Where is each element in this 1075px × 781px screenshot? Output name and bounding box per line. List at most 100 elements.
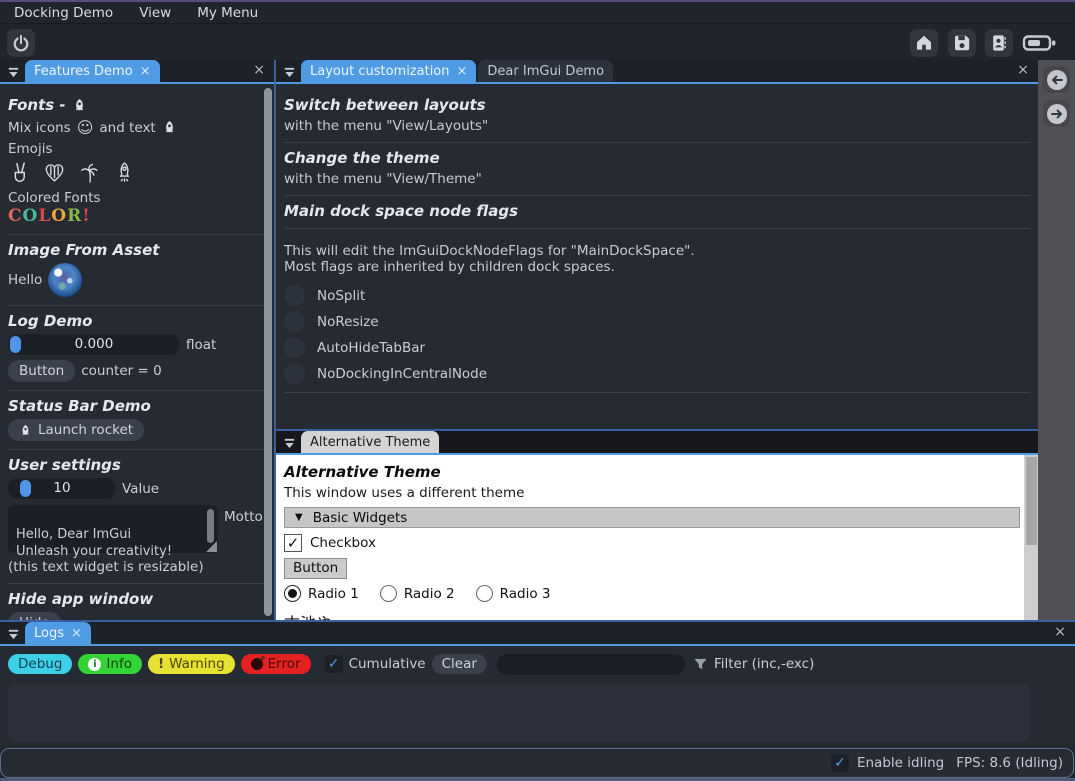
launch-rocket-button[interactable]: Launch rocket [8, 419, 145, 441]
layout-customization-panel: Layout customization × Dear ImGui Demo ×… [276, 60, 1038, 429]
toolbar [0, 25, 1075, 60]
dock-close-icon[interactable]: × [1054, 625, 1066, 639]
enable-idling-checkbox[interactable]: ✓ [830, 754, 849, 772]
alternative-theme-panel: Alternative Theme Alternative Theme This… [276, 431, 1038, 620]
menu-my-menu[interactable]: My Menu [197, 5, 258, 21]
power-button[interactable] [7, 29, 35, 57]
nav-back-button[interactable] [1043, 66, 1070, 93]
info-icon: i [88, 657, 102, 671]
alt-scrollbar-thumb[interactable] [1025, 457, 1037, 545]
radio-3-label: Radio 3 [499, 585, 551, 602]
cumulative-checkbox[interactable]: ✓ [324, 655, 343, 673]
logs-toolbar: Debug i Info ! Warning Error ✓ Cumulativ… [8, 652, 1067, 676]
alt-title: Alternative Theme [284, 463, 441, 481]
filter-input[interactable] [496, 653, 685, 675]
value-slider-label: Value [122, 480, 160, 497]
alt-scrollbar[interactable] [1024, 455, 1038, 620]
radio-1-label: Radio 1 [308, 585, 359, 602]
textbox-scrollbar[interactable] [207, 509, 214, 543]
menu-docking-demo[interactable]: Docking Demo [14, 5, 113, 21]
checkbox-noresize[interactable] [284, 311, 305, 332]
tab-dear-imgui-demo[interactable]: Dear ImGui Demo [478, 60, 614, 82]
color-letter: O [22, 206, 39, 226]
float-slider[interactable]: 0.000 [8, 334, 180, 355]
logs-panel: Logs × × Debug i Info ! Warning Error ✓ … [0, 622, 1075, 748]
resize-grip-icon[interactable] [206, 541, 217, 552]
hide-app-title: Hide app window [8, 590, 154, 608]
change-theme-title: Change the theme [284, 149, 440, 167]
error-button[interactable]: Error [240, 654, 311, 674]
radio-2[interactable] [379, 585, 397, 602]
color-letter: C [8, 206, 23, 226]
warning-button[interactable]: ! Warning [147, 654, 235, 674]
image-asset-title: Image From Asset [8, 241, 160, 259]
clear-button[interactable]: Clear [431, 654, 487, 674]
window-menu-icon[interactable] [283, 66, 296, 79]
tab-alternative-theme[interactable]: Alternative Theme [301, 431, 440, 453]
basic-widgets-header[interactable]: ▼ Basic Widgets [284, 507, 1020, 528]
switch-layouts-hint: with the menu "View/Layouts" [284, 118, 489, 134]
tab-logs[interactable]: Logs × [25, 622, 91, 644]
mix-icons-line: Mix icons ☺ and text [8, 118, 264, 137]
dock-flags-desc2: Most flags are inherited by children doc… [284, 259, 615, 275]
motto-textbox[interactable]: Hello, Dear ImGui Unleash your creativit… [8, 505, 218, 559]
contacts-button[interactable] [985, 29, 1013, 57]
dock-close-icon[interactable]: × [253, 63, 265, 77]
left-panel-scrollbar[interactable] [264, 88, 272, 616]
arrow-right-icon [1046, 103, 1068, 125]
color-letter: L [38, 206, 52, 226]
logs-output-area[interactable] [8, 684, 1030, 742]
alt-button[interactable]: Button [284, 558, 348, 579]
striped-heart-icon [43, 161, 66, 184]
emojis-label: Emojis [8, 141, 53, 157]
checkbox-nodockingincentralnode[interactable] [284, 363, 305, 384]
menu-view[interactable]: View [139, 5, 171, 21]
checkbox-autohidetabbar[interactable] [284, 337, 305, 358]
dock-close-icon[interactable]: × [1017, 63, 1029, 77]
counter-button[interactable]: Button [8, 360, 76, 382]
tab-close-icon[interactable]: × [140, 64, 151, 79]
alt-checkbox-label: Checkbox [310, 535, 376, 551]
separator [8, 305, 264, 306]
tab-close-icon[interactable]: × [457, 64, 468, 79]
separator [8, 234, 264, 235]
window-menu-icon[interactable] [283, 437, 296, 450]
radio-1[interactable] [284, 585, 301, 602]
nodockingincentralnode-label: NoDockingInCentralNode [317, 365, 488, 382]
separator [8, 449, 264, 450]
info-button[interactable]: i Info [78, 654, 142, 674]
radio-3[interactable] [475, 585, 493, 602]
alt-tabbar: Alternative Theme [276, 431, 1038, 455]
change-theme-hint: with the menu "View/Theme" [284, 171, 482, 187]
tab-close-icon[interactable]: × [71, 626, 82, 641]
status-bar: ✓ Enable idling FPS: 8.6 (Idling) [0, 748, 1074, 778]
save-button[interactable] [948, 29, 976, 57]
hello-label: Hello [8, 272, 43, 288]
tab-features-demo[interactable]: Features Demo × [25, 60, 160, 82]
alt-checkbox[interactable]: ✓ [284, 534, 302, 552]
rocket-icon [72, 98, 87, 113]
home-button[interactable] [910, 29, 938, 57]
nav-forward-button[interactable] [1043, 100, 1070, 127]
main-tabbar: Layout customization × Dear ImGui Demo × [276, 60, 1038, 84]
window-menu-icon[interactable] [7, 628, 20, 641]
color-letter: ! [82, 206, 91, 226]
color-letter: R [67, 206, 83, 226]
rocket-icon [162, 120, 177, 135]
separator [284, 228, 1030, 229]
window-menu-icon[interactable] [7, 66, 20, 79]
noresize-label: NoResize [317, 313, 379, 330]
menu-bar: Docking Demo View My Menu [0, 2, 1075, 24]
arrow-left-icon [1046, 69, 1068, 91]
color-word: COLOR! [8, 206, 264, 226]
save-icon [953, 34, 971, 52]
value-slider[interactable]: 10 [8, 478, 116, 499]
separator [8, 390, 264, 391]
checkbox-nosplit[interactable] [284, 285, 305, 306]
debug-button[interactable]: Debug [8, 654, 73, 674]
tab-layout-customization[interactable]: Layout customization × [301, 60, 477, 82]
hide-button[interactable]: Hide [8, 612, 61, 620]
separator [8, 583, 264, 584]
alternative-theme-content: Alternative Theme This window uses a dif… [276, 455, 1024, 620]
color-letter: O [51, 206, 68, 226]
